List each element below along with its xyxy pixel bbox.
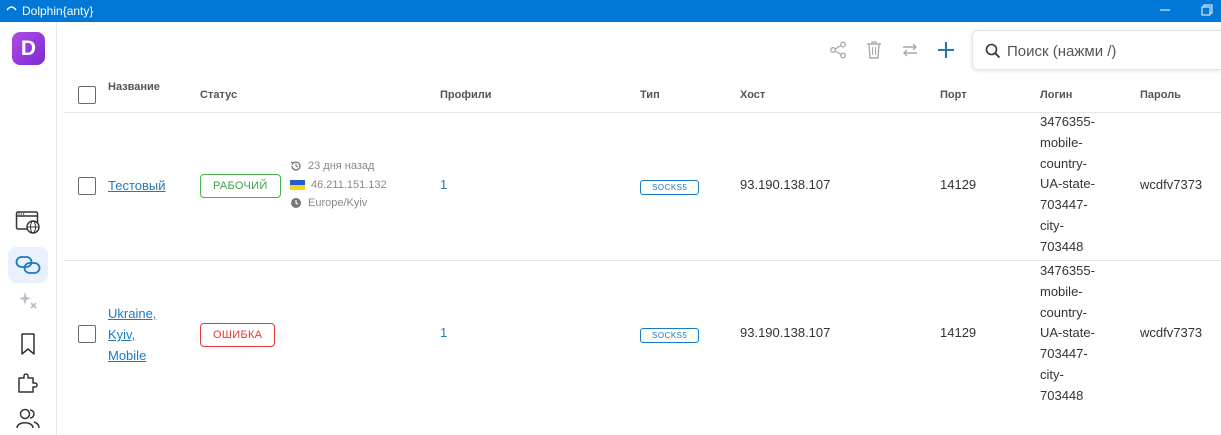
- sidebar-item-proxies[interactable]: [8, 247, 48, 283]
- login-line: 703448: [1040, 387, 1084, 403]
- column-header-name[interactable]: Название: [108, 81, 160, 93]
- proxy-name-line[interactable]: Тестовый: [108, 178, 166, 193]
- proxy-link-icon: [15, 256, 41, 274]
- search-box: [972, 30, 1221, 70]
- bookmark-icon: [21, 333, 35, 355]
- column-header-login[interactable]: Логин: [1040, 89, 1072, 101]
- restore-icon[interactable]: [1199, 3, 1215, 17]
- login-line: UA-state-: [1040, 176, 1095, 192]
- port-value: 14129: [940, 177, 977, 192]
- proxy-name-line[interactable]: Ukraine,: [108, 303, 156, 324]
- login-line: 3476355-: [1040, 114, 1095, 129]
- row-checkbox[interactable]: [78, 177, 96, 195]
- sidebar-item-team[interactable]: [8, 400, 48, 435]
- column-header-status[interactable]: Статус: [200, 89, 237, 101]
- search-input[interactable]: [1007, 40, 1207, 62]
- ip-text: 46.211.151.132: [311, 179, 387, 191]
- login-value: 3476355- mobile- country- UA-state- 7034…: [1040, 261, 1130, 407]
- sidebar-item-extensions[interactable]: [8, 364, 48, 400]
- sidebar-item-bookmarks[interactable]: [8, 326, 48, 362]
- puzzle-icon: [18, 373, 38, 393]
- proxy-type-badge: SOCKS5: [640, 180, 700, 195]
- status-badge: РАБОЧИЙ: [200, 174, 281, 198]
- password-value: wcdfv7373: [1140, 325, 1203, 340]
- column-header-host[interactable]: Хост: [740, 89, 765, 101]
- add-proxy-button[interactable]: [934, 38, 958, 62]
- ukraine-flag-icon: [290, 180, 305, 190]
- port-value: 14129: [940, 325, 977, 340]
- host-value: 93.190.138.107: [740, 177, 831, 192]
- swap-icon: [903, 43, 917, 57]
- search-icon: [985, 43, 1001, 59]
- host-value: 93.190.138.107: [740, 325, 831, 340]
- profiles-count-link[interactable]: 1: [440, 177, 447, 192]
- minimize-icon[interactable]: [1157, 3, 1173, 17]
- users-icon: [16, 408, 40, 429]
- login-line: 3476355-: [1040, 263, 1095, 278]
- login-line: mobile-: [1040, 283, 1083, 299]
- delete-button[interactable]: [862, 38, 886, 62]
- proxy-name-line[interactable]: Kyiv,: [108, 324, 156, 345]
- proxy-type-badge: SOCKS5: [640, 328, 700, 343]
- status-badge: ОШИБКА: [200, 323, 276, 347]
- ip-info: 46.211.151.132: [290, 179, 387, 191]
- sidebar-item-browser-profiles[interactable]: [8, 204, 48, 240]
- proxy-name-line[interactable]: Mobile: [108, 345, 156, 366]
- login-line: UA-state-: [1040, 325, 1095, 341]
- browser-globe-icon: [15, 211, 40, 234]
- column-header-password[interactable]: Пароль: [1140, 89, 1181, 101]
- column-header-type[interactable]: Тип: [640, 89, 660, 101]
- dolphin-logo[interactable]: D: [12, 32, 45, 65]
- profiles-count-link[interactable]: 1: [440, 325, 447, 340]
- login-line: city-: [1040, 217, 1064, 233]
- table-row[interactable]: Ukraine, Kyiv, Mobile ОШИБКА 1 SOCKS5 93…: [64, 261, 1221, 435]
- plus-icon: [938, 42, 954, 58]
- column-header-profiles[interactable]: Профили: [440, 89, 491, 101]
- last-check-info: 23 дня назад: [290, 160, 374, 172]
- timezone-text: Europe/Kyiv: [308, 197, 368, 209]
- login-line: country-: [1040, 304, 1087, 320]
- login-value: 3476355- mobile- country- UA-state- 7034…: [1040, 112, 1130, 258]
- table-row[interactable]: Тестовый РАБОЧИЙ 23 дня назад 46.211.151…: [64, 113, 1221, 261]
- login-line: 703447-: [1040, 197, 1088, 213]
- history-icon: [290, 161, 301, 171]
- row-checkbox[interactable]: [78, 325, 96, 343]
- clock-icon: [291, 198, 301, 208]
- sidebar-item-automation[interactable]: [8, 283, 48, 319]
- login-line: 703448: [1040, 238, 1084, 254]
- trash-icon: [867, 41, 881, 59]
- login-line: country-: [1040, 155, 1087, 171]
- last-check-text: 23 дня назад: [308, 160, 375, 172]
- window-titlebar: Dolphin{anty}: [0, 0, 1221, 22]
- share-icon: [830, 41, 846, 59]
- share-button[interactable]: [826, 38, 850, 62]
- sidebar: D: [0, 22, 57, 435]
- login-line: mobile-: [1040, 134, 1083, 150]
- sparkle-icon: [19, 292, 37, 309]
- timezone-info: Europe/Kyiv: [290, 197, 367, 209]
- select-all-checkbox[interactable]: [78, 86, 96, 104]
- window-title: Dolphin{anty}: [22, 4, 94, 18]
- column-header-port[interactable]: Порт: [940, 89, 967, 101]
- table-header: Название Статус Профили Тип Хост Порт Ло…: [64, 76, 1221, 113]
- proxy-name-link[interactable]: Ukraine, Kyiv, Mobile: [108, 303, 156, 366]
- proxies-table: Название Статус Профили Тип Хост Порт Ло…: [64, 76, 1221, 435]
- login-line: city-: [1040, 366, 1064, 382]
- login-line: 703447-: [1040, 346, 1088, 362]
- password-value: wcdfv7373: [1140, 177, 1203, 192]
- app-icon: [6, 6, 17, 11]
- transfer-button[interactable]: [898, 38, 922, 62]
- proxy-name-link[interactable]: Тестовый: [108, 175, 166, 196]
